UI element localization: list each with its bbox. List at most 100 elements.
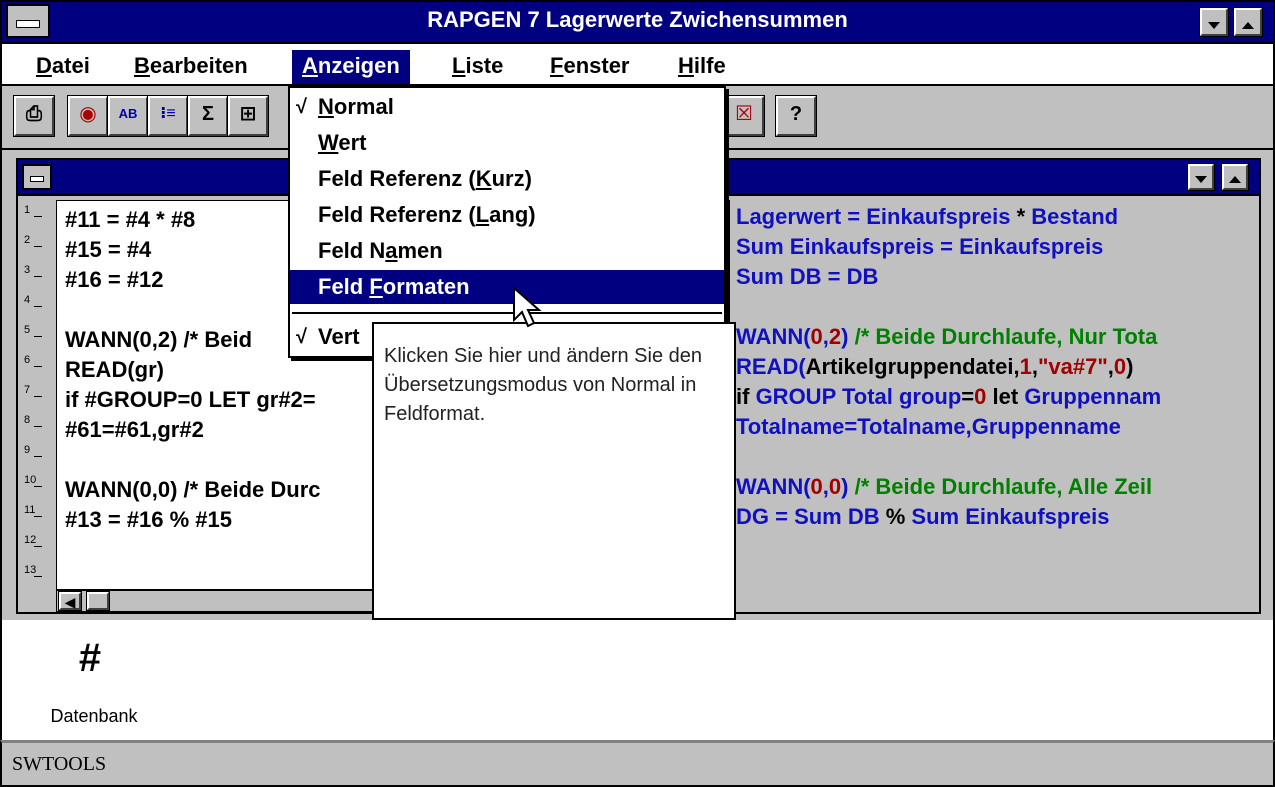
code-token: 0 bbox=[810, 474, 823, 499]
code-token: if bbox=[736, 384, 756, 409]
code-line: if #GROUP=0 LET gr#2= bbox=[65, 387, 316, 412]
code-token: ) bbox=[1126, 354, 1134, 379]
printer-icon[interactable]: ⎙ bbox=[14, 96, 54, 136]
menu-anzeigen[interactable]: Anzeigen bbox=[292, 50, 410, 84]
code-token: Totalname=Totalname,Gruppenname bbox=[736, 414, 1121, 439]
line-number: 11 bbox=[24, 504, 43, 517]
line-number: 5 bbox=[24, 324, 43, 337]
code-token: WANN( bbox=[736, 324, 811, 349]
list-icon[interactable]: ⁝≡ bbox=[148, 96, 188, 136]
code-token: Gruppennam bbox=[1024, 384, 1162, 409]
code-token: DG = Sum DB bbox=[736, 504, 886, 529]
editor-maximize-button[interactable] bbox=[1222, 164, 1248, 190]
code-token: % bbox=[885, 504, 906, 529]
database-icon-label[interactable]: Datenbank bbox=[24, 706, 164, 727]
chevron-down-icon bbox=[1195, 175, 1207, 183]
code-token: READ( bbox=[736, 354, 806, 379]
menu-hilfe[interactable]: Hilfe bbox=[668, 52, 736, 82]
translated-code-line: READ(Artikelgruppendatei,1,"va#7",0) bbox=[736, 354, 1133, 380]
translated-code-line: Totalname=Totalname,Gruppenname bbox=[736, 414, 1121, 440]
menu-bar: Datei Bearbeiten Anzeigen Liste Fenster … bbox=[0, 44, 1275, 86]
tooltip-text: Klicken Sie hier und ändern Sie den Über… bbox=[384, 345, 702, 425]
menu-liste[interactable]: Liste bbox=[442, 52, 513, 82]
menu-item-feld-referenz-lang[interactable]: Feld Referenz (Lang) bbox=[290, 198, 724, 232]
code-token: 1 bbox=[1019, 354, 1032, 379]
menu-item-feld-namen[interactable]: Feld Namen bbox=[290, 234, 724, 268]
maximize-button[interactable] bbox=[1234, 8, 1262, 36]
translated-code-line: if GROUP Total group=0 let Gruppennam bbox=[736, 384, 1161, 410]
stamp-icon[interactable]: ◉ bbox=[68, 96, 108, 136]
menu-datei[interactable]: Datei bbox=[26, 52, 100, 82]
code-token: Lagerwert = Einkaufspreis bbox=[736, 204, 1017, 229]
code-token: Sum DB = DB bbox=[736, 264, 879, 289]
menu-item-normal[interactable]: √ Normal bbox=[290, 90, 724, 124]
code-token: ) bbox=[841, 474, 855, 499]
database-icon[interactable]: # bbox=[62, 630, 118, 690]
line-number: 8 bbox=[24, 414, 43, 427]
translated-code-line: Lagerwert = Einkaufspreis * Bestand bbox=[736, 204, 1118, 230]
close-x-icon[interactable]: ☒ bbox=[724, 96, 764, 136]
code-token: Sum Einkaufspreis = Einkaufspreis bbox=[736, 234, 1104, 259]
anzeigen-dropdown-menu: √ Normal Wert Feld Referenz (Kurz) Feld R… bbox=[288, 86, 726, 358]
line-number: 1 bbox=[24, 204, 43, 217]
code-token: 0 bbox=[810, 324, 823, 349]
code-token: = bbox=[961, 384, 975, 409]
line-number: 10 bbox=[24, 474, 43, 487]
scroll-left-arrow-icon[interactable]: ◀ bbox=[59, 592, 81, 610]
sigma-icon[interactable]: Σ bbox=[188, 96, 228, 136]
code-token: Artikelgruppendatei, bbox=[805, 354, 1020, 379]
code-line: #16 = #12 bbox=[65, 267, 164, 292]
menu-item-feld-formaten[interactable]: Feld Formaten bbox=[290, 270, 724, 304]
code-line: #11 = #4 * #8 bbox=[65, 207, 196, 232]
code-line: #61=#61,gr#2 bbox=[65, 417, 204, 442]
line-number: 4 bbox=[24, 294, 43, 307]
code-token: Bestand bbox=[1025, 204, 1119, 229]
code-token: WANN( bbox=[736, 474, 811, 499]
editor-system-menu-button[interactable] bbox=[22, 164, 52, 190]
code-line: #15 = #4 bbox=[65, 237, 152, 262]
translated-code-line: Sum Einkaufspreis = Einkaufspreis bbox=[736, 234, 1103, 260]
code-token: let bbox=[986, 384, 1025, 409]
code-token: 0 bbox=[1113, 354, 1127, 379]
line-number: 7 bbox=[24, 384, 43, 397]
line-number: 2 bbox=[24, 234, 43, 247]
code-line: READ(gr) bbox=[65, 357, 164, 382]
help-question-icon[interactable]: ? bbox=[776, 96, 816, 136]
scroll-thumb[interactable] bbox=[87, 592, 109, 610]
code-token: "va#7" bbox=[1037, 354, 1108, 379]
menu-item-feld-referenz-kurz[interactable]: Feld Referenz (Kurz) bbox=[290, 162, 724, 196]
line-number: 9 bbox=[24, 444, 43, 457]
status-bar: SWTOOLS bbox=[0, 740, 1275, 787]
code-token: 0 bbox=[828, 474, 842, 499]
code-token: /* Beide Durchlaufe, Nur Tota bbox=[854, 324, 1158, 349]
line-number: 3 bbox=[24, 264, 43, 277]
system-menu-button[interactable] bbox=[6, 4, 50, 38]
window-title: RAPGEN 7 Lagerwerte Zwichensummen bbox=[427, 7, 848, 32]
help-tooltip: Klicken Sie hier und ändern Sie den Über… bbox=[372, 322, 736, 620]
chevron-down-icon bbox=[1208, 21, 1220, 29]
menu-bearbeiten[interactable]: Bearbeiten bbox=[124, 52, 258, 82]
menu-fenster[interactable]: Fenster bbox=[540, 52, 640, 82]
menu-item-wert[interactable]: Wert bbox=[290, 126, 724, 160]
code-line: WANN(0,0) /* Beide Durc bbox=[65, 477, 321, 502]
editor-minimize-button[interactable] bbox=[1188, 164, 1214, 190]
minimize-button[interactable] bbox=[1200, 8, 1228, 36]
status-text: SWTOOLS bbox=[12, 753, 107, 775]
code-token: GROUP Total group bbox=[755, 384, 962, 409]
code-line: #13 = #16 % #15 bbox=[65, 507, 232, 532]
translated-code-line: WANN(0,2) /* Beide Durchlaufe, Nur Tota bbox=[736, 324, 1157, 350]
code-token: Sum Einkaufspreis bbox=[905, 504, 1110, 529]
code-token: ) bbox=[841, 324, 855, 349]
menu-separator bbox=[292, 312, 722, 314]
code-line: WANN(0,2) /* Beid bbox=[65, 327, 253, 352]
line-numbers: 1 2 3 4 5 6 7 8 9 10 11 12 13 bbox=[22, 200, 56, 596]
translated-code-line: DG = Sum DB % Sum Einkaufspreis bbox=[736, 504, 1110, 530]
line-number: 12 bbox=[24, 534, 43, 547]
translated-code-line: WANN(0,0) /* Beide Durchlaufe, Alle Zeil bbox=[736, 474, 1152, 500]
line-number: 13 bbox=[24, 564, 43, 577]
calc-icon[interactable]: ⊞ bbox=[228, 96, 268, 136]
code-token: 2 bbox=[828, 324, 842, 349]
ab-text-icon[interactable]: AB bbox=[108, 96, 148, 136]
code-token: /* Beide Durchlaufe, Alle Zeil bbox=[854, 474, 1153, 499]
chevron-up-icon bbox=[1229, 175, 1241, 183]
